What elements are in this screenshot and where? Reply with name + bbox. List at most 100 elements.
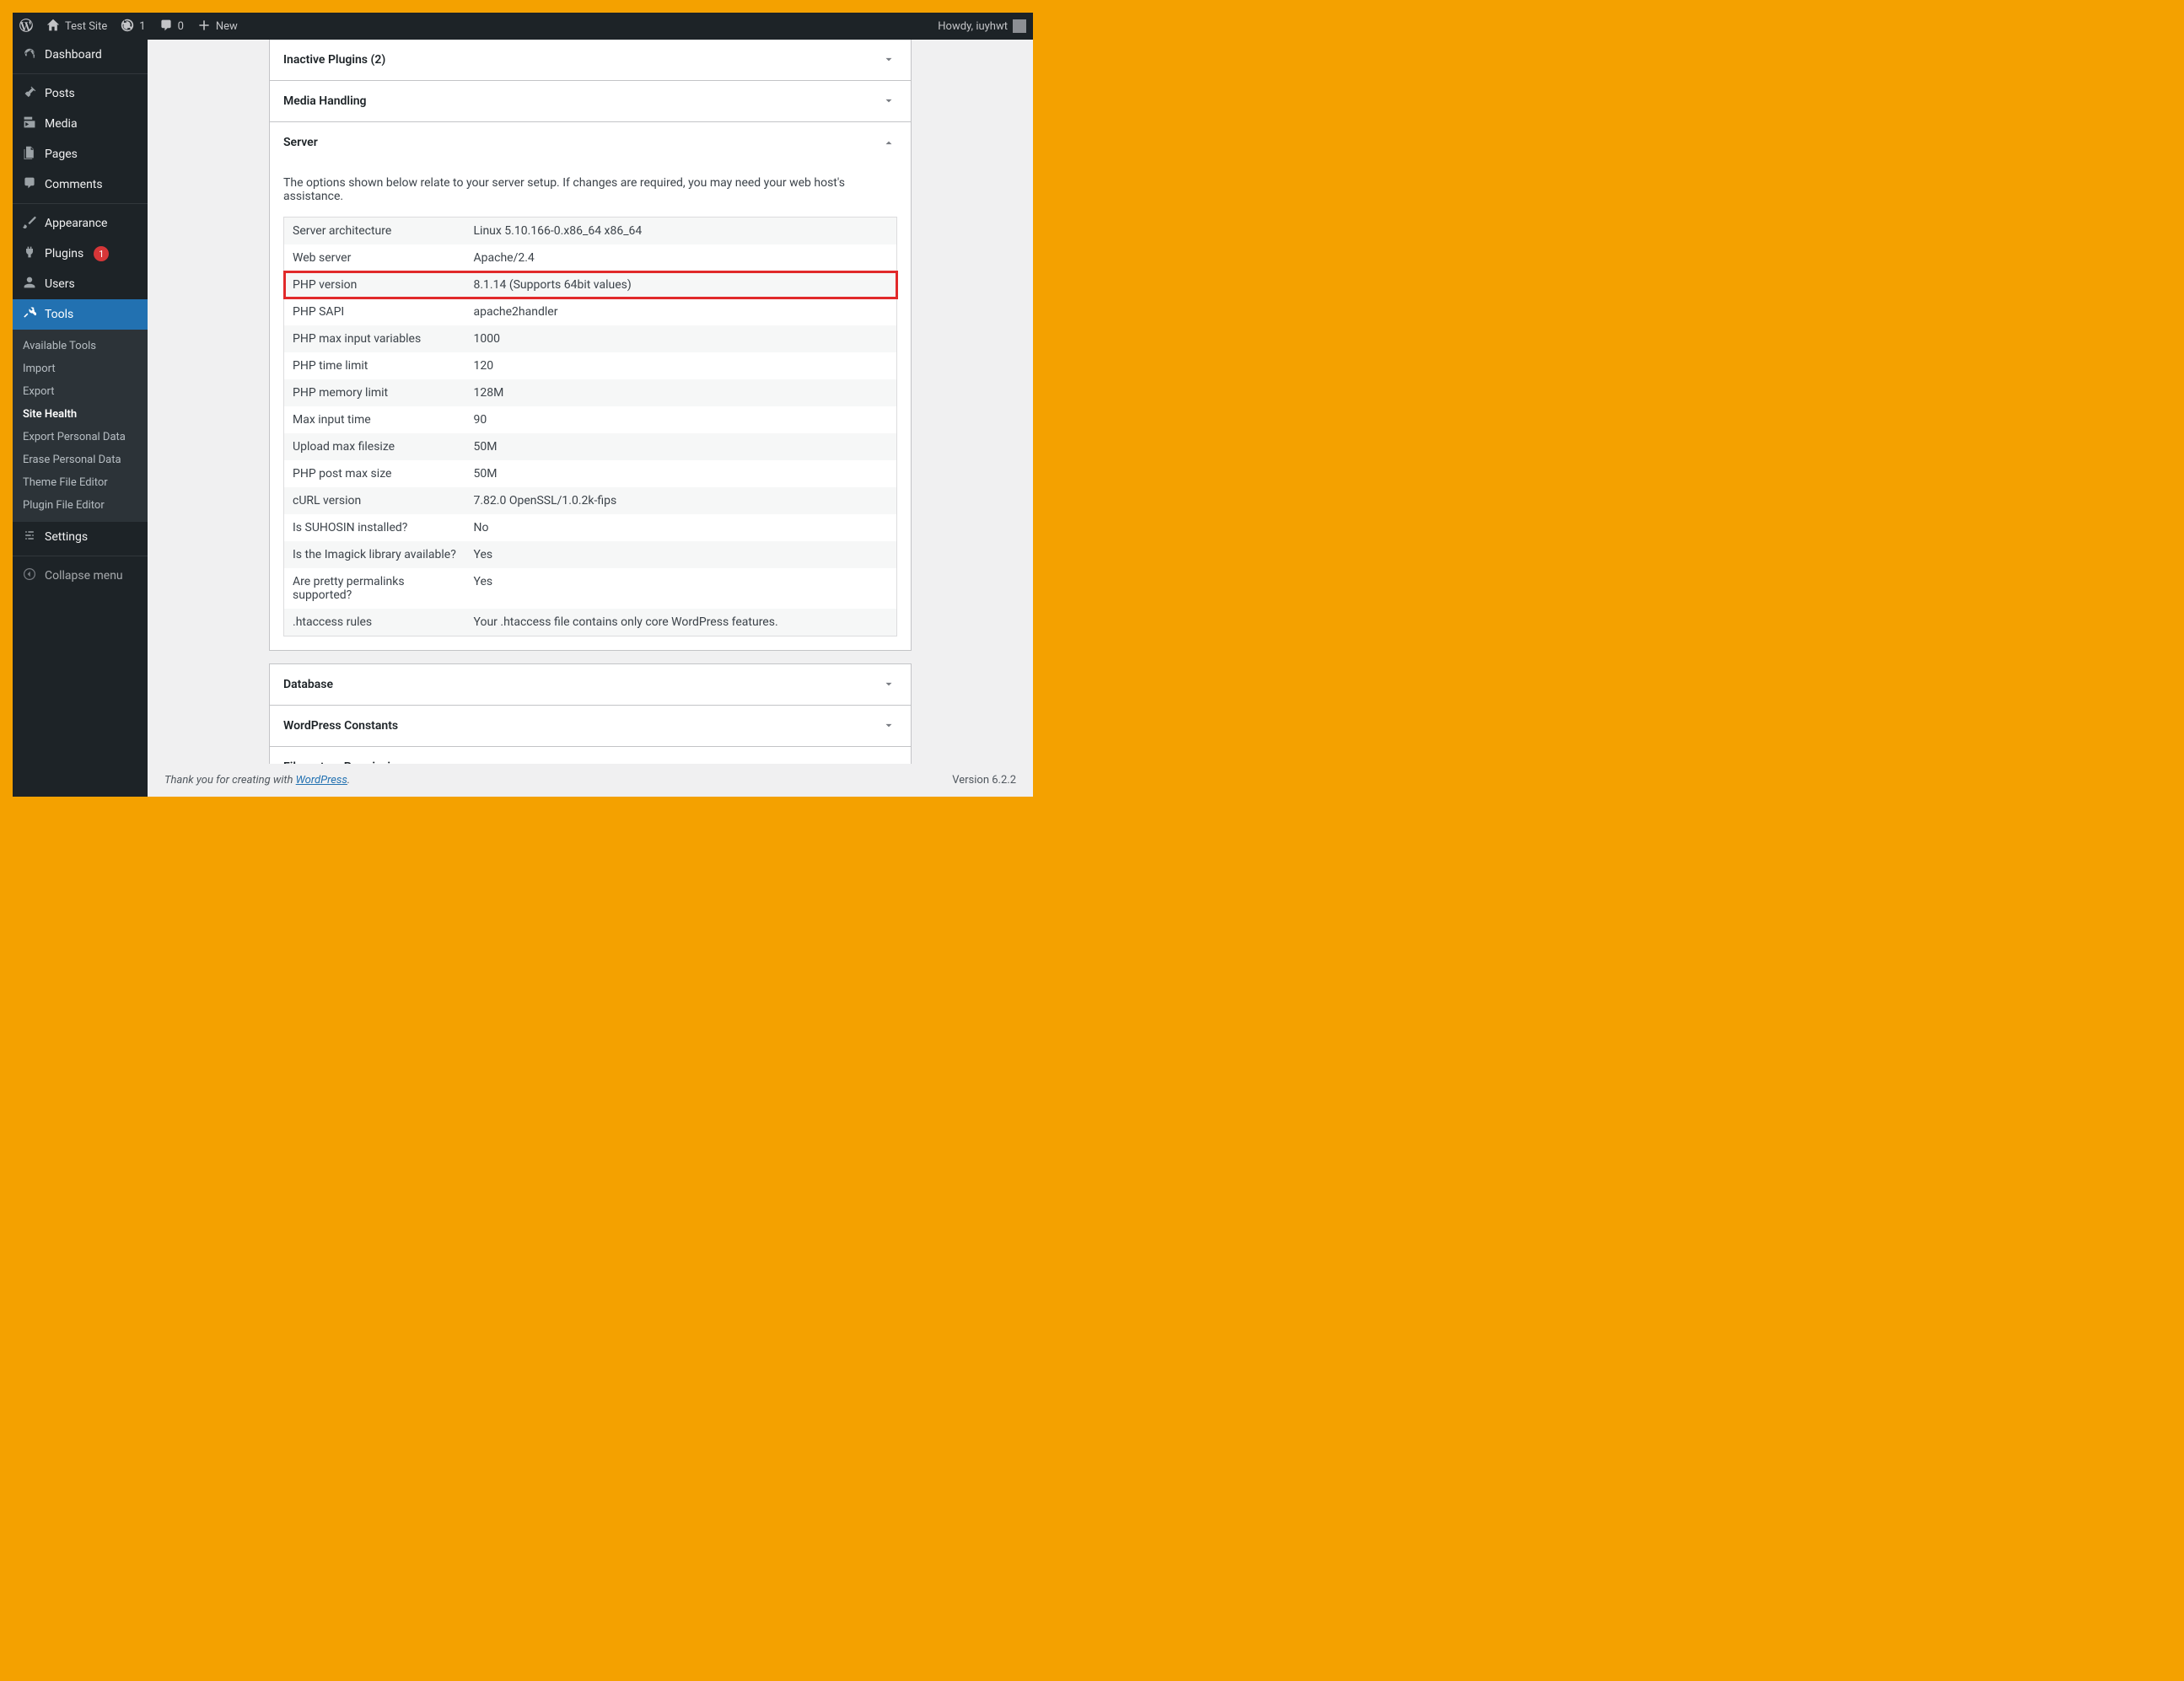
panel-toggle-inactive-plugins[interactable]: Inactive Plugins (2) <box>270 40 911 80</box>
new-label: New <box>216 20 238 33</box>
menu-dashboard[interactable]: Dashboard <box>13 40 148 70</box>
panel-media-handling: Media Handling <box>269 80 912 122</box>
menu-users[interactable]: Users <box>13 269 148 299</box>
panel-database: Database <box>269 663 912 706</box>
table-row: Upload max filesize50M <box>284 433 897 460</box>
panel-title: WordPress Constants <box>283 719 398 733</box>
dashboard-icon <box>21 46 38 63</box>
media-icon <box>21 115 38 132</box>
comments-link[interactable]: 0 <box>153 13 191 40</box>
menu-label: Settings <box>45 530 88 544</box>
row-label: PHP memory limit <box>284 379 465 406</box>
table-row: PHP memory limit128M <box>284 379 897 406</box>
panel-title: Server <box>283 136 318 149</box>
new-link[interactable]: New <box>191 13 245 40</box>
table-row: PHP post max size50M <box>284 460 897 487</box>
site-name-link[interactable]: Test Site <box>40 13 114 40</box>
table-row: Max input time90 <box>284 406 897 433</box>
submenu-plugin-editor[interactable]: Plugin File Editor <box>13 494 148 517</box>
menu-label: Comments <box>45 178 103 191</box>
panel-title: Database <box>283 678 333 691</box>
submenu-theme-editor[interactable]: Theme File Editor <box>13 471 148 494</box>
sliders-icon <box>21 529 38 545</box>
submenu-export-personal[interactable]: Export Personal Data <box>13 426 148 448</box>
panel-wp-constants: WordPress Constants <box>269 705 912 747</box>
wordpress-link[interactable]: WordPress <box>296 774 347 787</box>
panel-toggle-database[interactable]: Database <box>270 664 911 705</box>
wp-logo[interactable] <box>13 13 40 40</box>
row-label: PHP time limit <box>284 352 465 379</box>
row-value: Linux 5.10.166-0.x86_64 x86_64 <box>465 218 897 245</box>
menu-posts[interactable]: Posts <box>13 78 148 109</box>
chevron-up-icon <box>880 134 897 151</box>
panel-body-server: The options shown below relate to your s… <box>270 163 911 650</box>
panel-toggle-wp-constants[interactable]: WordPress Constants <box>270 706 911 746</box>
row-value: No <box>465 514 897 541</box>
row-value: 90 <box>465 406 897 433</box>
row-label: Server architecture <box>284 218 465 245</box>
menu-media[interactable]: Media <box>13 109 148 139</box>
account-link[interactable]: Howdy, iuyhwt <box>931 13 1033 40</box>
admin-bar: Test Site 1 0 New Howdy, iuyhwt <box>13 13 1033 40</box>
row-value: 128M <box>465 379 897 406</box>
submenu-site-health[interactable]: Site Health <box>13 403 148 426</box>
menu-label: Collapse menu <box>45 569 123 583</box>
page-icon <box>21 146 38 163</box>
comment-icon <box>21 176 38 193</box>
table-row: PHP max input variables1000 <box>284 325 897 352</box>
row-label: Is the Imagick library available? <box>284 541 465 568</box>
chevron-down-icon <box>880 676 897 693</box>
submenu-erase-personal[interactable]: Erase Personal Data <box>13 448 148 471</box>
panel-server: Server The options shown below relate to… <box>269 121 912 651</box>
submenu-import[interactable]: Import <box>13 357 148 380</box>
submenu-export[interactable]: Export <box>13 380 148 403</box>
submenu-available-tools[interactable]: Available Tools <box>13 335 148 357</box>
chevron-down-icon <box>880 51 897 68</box>
menu-comments[interactable]: Comments <box>13 169 148 200</box>
pin-icon <box>21 85 38 102</box>
plug-icon <box>21 245 38 262</box>
submenu-tools: Available Tools Import Export Site Healt… <box>13 330 148 522</box>
updates-count: 1 <box>139 20 145 33</box>
howdy-label: Howdy, iuyhwt <box>938 20 1008 33</box>
avatar <box>1013 19 1026 33</box>
row-label: Web server <box>284 244 465 271</box>
menu-label: Pages <box>45 148 78 161</box>
row-label: PHP max input variables <box>284 325 465 352</box>
table-row: Web serverApache/2.4 <box>284 244 897 271</box>
refresh-icon <box>121 19 134 35</box>
updates-link[interactable]: 1 <box>114 13 152 40</box>
panel-toggle-server[interactable]: Server <box>270 122 911 163</box>
row-label: PHP SAPI <box>284 298 465 325</box>
table-row: PHP SAPIapache2handler <box>284 298 897 325</box>
menu-label: Media <box>45 117 78 131</box>
row-value: 1000 <box>465 325 897 352</box>
table-row: cURL version7.82.0 OpenSSL/1.0.2k-fips <box>284 487 897 514</box>
menu-plugins[interactable]: Plugins 1 <box>13 239 148 269</box>
menu-tools[interactable]: Tools <box>13 299 148 330</box>
plus-icon <box>197 19 211 35</box>
row-value: 50M <box>465 433 897 460</box>
menu-appearance[interactable]: Appearance <box>13 208 148 239</box>
menu-pages[interactable]: Pages <box>13 139 148 169</box>
menu-collapse[interactable]: Collapse menu <box>13 561 148 591</box>
table-row: .htaccess rulesYour .htaccess file conta… <box>284 609 897 636</box>
admin-sidebar: Dashboard Posts Media Pages Comments App… <box>13 40 148 797</box>
row-label: PHP version <box>284 271 465 298</box>
footer-version: Version 6.2.2 <box>952 774 1016 787</box>
site-name-label: Test Site <box>65 20 107 33</box>
menu-label: Users <box>45 277 75 291</box>
panel-title: Inactive Plugins (2) <box>283 53 385 67</box>
wordpress-icon <box>19 19 33 35</box>
plugins-badge: 1 <box>94 246 109 261</box>
row-value: 7.82.0 OpenSSL/1.0.2k-fips <box>465 487 897 514</box>
menu-label: Plugins <box>45 247 83 260</box>
table-row: Server architectureLinux 5.10.166-0.x86_… <box>284 218 897 245</box>
table-row: PHP time limit120 <box>284 352 897 379</box>
menu-settings[interactable]: Settings <box>13 522 148 552</box>
row-value: 8.1.14 (Supports 64bit values) <box>465 271 897 298</box>
panel-toggle-media-handling[interactable]: Media Handling <box>270 81 911 121</box>
footer-thanks: Thank you for creating with WordPress. <box>164 774 350 787</box>
chevron-down-icon <box>880 93 897 110</box>
comments-count: 0 <box>178 20 184 33</box>
